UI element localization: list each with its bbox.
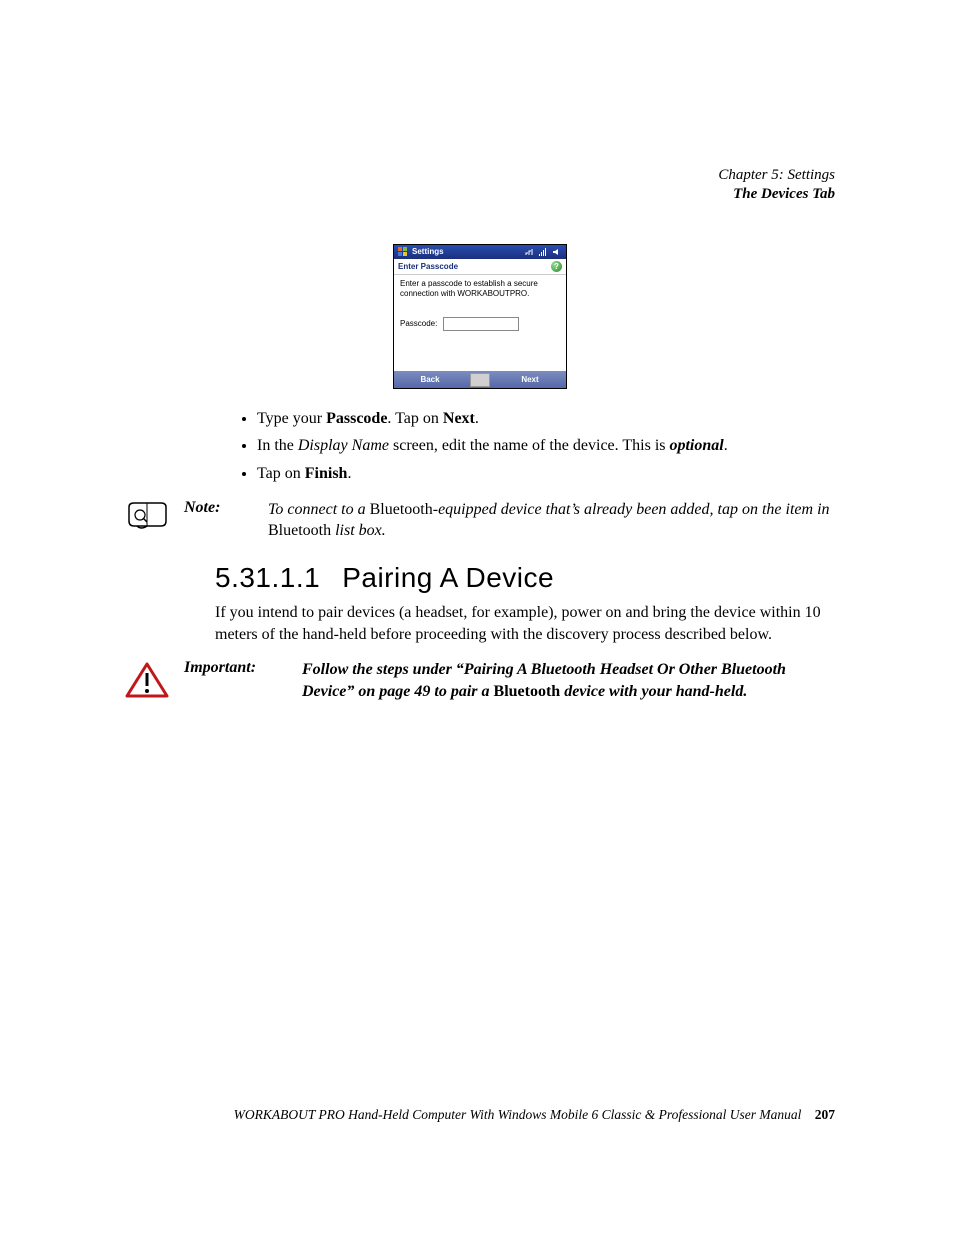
screenshot-helper-text: Enter a passcode to establish a secure c… bbox=[400, 279, 560, 300]
warning-icon bbox=[125, 659, 170, 704]
passcode-field-row: Passcode: bbox=[400, 317, 560, 331]
note-icon bbox=[125, 499, 170, 536]
screenshot-body: Enter a passcode to establish a secure c… bbox=[394, 275, 566, 372]
screenshot-footer: Back Next bbox=[394, 371, 566, 388]
running-head-chapter: Chapter 5: Settings bbox=[125, 166, 835, 185]
windows-start-icon bbox=[398, 247, 408, 257]
device-screenshot: Settings Enter Passcode ? Enter a passco… bbox=[393, 244, 567, 390]
note-callout: Note: To connect to a Bluetooth-equipped… bbox=[125, 499, 835, 542]
note-label: Note: bbox=[184, 499, 254, 517]
section-block: 5.31.1.1 Pairing A Device If you intend t… bbox=[215, 562, 835, 645]
running-head: Chapter 5: Settings The Devices Tab bbox=[125, 166, 835, 204]
section-heading: 5.31.1.1 Pairing A Device bbox=[215, 562, 835, 594]
list-item: Type your Passcode. Tap on Next. bbox=[257, 407, 835, 430]
screenshot-subheader: Enter Passcode bbox=[398, 262, 551, 271]
keyboard-icon[interactable] bbox=[470, 373, 490, 387]
section-body: If you intend to pair devices (a headset… bbox=[215, 602, 835, 645]
back-button[interactable]: Back bbox=[394, 371, 466, 388]
important-label: Important: bbox=[184, 659, 288, 677]
section-number: 5.31.1.1 bbox=[215, 562, 320, 593]
bullet-list: Type your Passcode. Tap on Next. In the … bbox=[215, 407, 835, 485]
footer-text: WORKABOUT PRO Hand-Held Computer With Wi… bbox=[234, 1107, 802, 1122]
screenshot-titlebar: Settings bbox=[394, 245, 566, 259]
page-content: Chapter 5: Settings The Devices Tab Sett… bbox=[125, 166, 835, 724]
page-number: 207 bbox=[815, 1107, 835, 1122]
section-title: Pairing A Device bbox=[342, 562, 554, 593]
screenshot-subheader-row: Enter Passcode ? bbox=[394, 259, 566, 275]
list-item: In the Display Name screen, edit the nam… bbox=[257, 434, 835, 457]
connectivity-icon bbox=[524, 247, 534, 257]
list-item: Tap on Finish. bbox=[257, 462, 835, 485]
page-footer: WORKABOUT PRO Hand-Held Computer With Wi… bbox=[125, 1107, 835, 1123]
speaker-icon bbox=[552, 247, 562, 257]
note-body: To connect to a Bluetooth-equipped devic… bbox=[268, 499, 835, 542]
text-column: Type your Passcode. Tap on Next. In the … bbox=[215, 407, 835, 485]
signal-icon bbox=[538, 247, 548, 257]
important-callout: Important: Follow the steps under “Pairi… bbox=[125, 659, 835, 704]
help-icon[interactable]: ? bbox=[551, 261, 562, 272]
passcode-input[interactable] bbox=[443, 317, 519, 331]
next-button[interactable]: Next bbox=[494, 371, 566, 388]
passcode-label: Passcode: bbox=[400, 319, 437, 329]
important-body: Follow the steps under “Pairing A Blueto… bbox=[302, 659, 835, 702]
running-head-section: The Devices Tab bbox=[125, 185, 835, 204]
screenshot-title: Settings bbox=[412, 247, 520, 256]
